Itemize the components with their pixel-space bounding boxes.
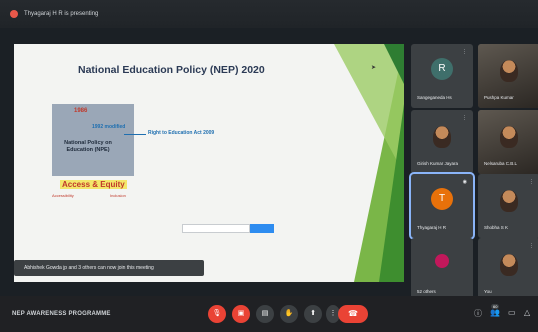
presenting-text: Thyagaraj H R is presenting — [24, 11, 99, 17]
camera-button[interactable]: ▣ — [232, 305, 250, 323]
leave-call-button[interactable]: ☎ — [338, 305, 368, 323]
mic-off-icon: ⋮ — [529, 243, 534, 249]
slide-inline-button[interactable] — [250, 224, 274, 233]
rte-label: Right to Education Act 2009 — [148, 130, 215, 136]
bottom-bar: NEP AWARENESS PROGRAMME 🎙 ▣ ▤ ✋ ⬆ ⋮ ☎ ⓘ … — [0, 296, 538, 332]
presenting-banner: Thyagaraj H R is presenting — [10, 10, 98, 18]
modified-label: 1992 modified — [92, 124, 126, 130]
info-icon[interactable]: ⓘ — [474, 308, 482, 319]
cursor-icon: ➤ — [371, 65, 377, 71]
join-notification: Abhishek Gowda jp and 3 others can now j… — [14, 260, 204, 276]
participant-name: Pushpa Kumar — [484, 95, 514, 100]
participant-photo — [500, 190, 518, 212]
presentation-slide: National Education Policy (NEP) 2020 198… — [14, 44, 404, 282]
present-button[interactable]: ⬆ — [304, 305, 322, 323]
participant-name: Nelsaruba C.B.L — [484, 161, 518, 166]
access-equity-label: Access & Equity — [60, 180, 127, 189]
chat-icon[interactable]: ▭ — [508, 308, 516, 317]
accessibility-label: Accessibility — [52, 193, 74, 198]
speaking-icon: ◉ — [462, 179, 467, 185]
participant-tile[interactable]: ⋮ Girish Kumar Jayara — [411, 110, 473, 174]
activities-icon[interactable]: △ — [524, 308, 530, 317]
participant-photo — [433, 126, 451, 148]
mic-off-icon: ⋮ — [529, 179, 534, 185]
participant-name: Sangeganeda Hs — [417, 95, 452, 100]
top-bar: Thyagaraj H R is presenting — [0, 0, 538, 28]
slide-green-decoration — [334, 44, 404, 282]
participant-photo — [500, 126, 518, 148]
mic-off-icon: ⋮ — [462, 115, 467, 121]
participant-name: Thyagaraj H R — [417, 225, 447, 230]
connector-line — [124, 134, 146, 135]
others-avatar-icon — [435, 254, 449, 268]
avatar: R — [431, 58, 453, 80]
participant-tile[interactable]: Nelsaruba C.B.L — [478, 110, 538, 174]
self-tile[interactable]: ⋮ You — [478, 238, 538, 302]
captions-button[interactable]: ▤ — [256, 305, 274, 323]
participant-name: Shobha S K — [484, 225, 509, 230]
npe-label: National Policy on Education (NPE) — [64, 140, 112, 153]
mic-off-icon: ⋮ — [462, 49, 467, 55]
slide-inline-input[interactable] — [182, 224, 250, 233]
participant-photo — [500, 60, 518, 82]
meeting-title: NEP AWARENESS PROGRAMME — [12, 311, 111, 317]
presenting-icon — [10, 10, 18, 18]
participant-photo — [500, 254, 518, 276]
inclusion-label: Inclusion — [110, 193, 126, 198]
participant-tile[interactable]: R ⋮ Sangeganeda Hs — [411, 44, 473, 108]
mic-button[interactable]: 🎙 — [208, 305, 226, 323]
participant-tile[interactable]: Pushpa Kumar — [478, 44, 538, 108]
participant-tile[interactable]: ⋮ Shobha S K — [478, 174, 538, 238]
slide-title: National Education Policy (NEP) 2020 — [78, 64, 265, 76]
participant-name: Girish Kumar Jayara — [417, 161, 459, 166]
avatar: T — [431, 188, 453, 210]
others-tile[interactable]: 52 others — [411, 238, 473, 302]
participant-name: You — [484, 289, 492, 294]
others-label: 52 others — [417, 289, 436, 294]
year-label: 1986 — [74, 108, 88, 114]
people-icon[interactable]: 👥 — [490, 308, 500, 317]
raise-hand-button[interactable]: ✋ — [280, 305, 298, 323]
participant-tile-active[interactable]: T ◉ Thyagaraj H R — [409, 172, 475, 240]
